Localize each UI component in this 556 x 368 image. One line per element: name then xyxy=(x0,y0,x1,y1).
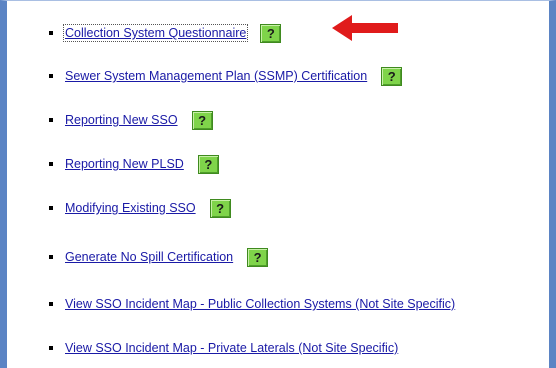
bullet-icon xyxy=(49,302,53,306)
list-item: Reporting New PLSD ? xyxy=(49,154,219,174)
red-arrow-icon xyxy=(332,15,398,41)
bullet-icon xyxy=(49,118,53,122)
link-ssmp-certification[interactable]: Sewer System Management Plan (SSMP) Cert… xyxy=(65,69,367,83)
list-item: Collection System Questionnaire ? xyxy=(49,23,282,43)
link-generate-no-spill-certification[interactable]: Generate No Spill Certification xyxy=(65,250,233,264)
list-item: View SSO Incident Map - Private Laterals… xyxy=(49,339,398,357)
link-incident-map-private[interactable]: View SSO Incident Map - Private Laterals… xyxy=(65,341,398,355)
list-item: View SSO Incident Map - Public Collectio… xyxy=(49,295,455,313)
help-button[interactable]: ? xyxy=(191,110,213,130)
bullet-icon xyxy=(49,31,53,35)
bullet-icon xyxy=(49,206,53,210)
link-reporting-new-sso[interactable]: Reporting New SSO xyxy=(65,113,178,127)
list-item: Generate No Spill Certification ? xyxy=(49,247,269,267)
help-button[interactable]: ? xyxy=(209,198,231,218)
help-button[interactable]: ? xyxy=(197,154,219,174)
content-panel: Collection System Questionnaire ? Sewer … xyxy=(0,0,556,368)
bullet-icon xyxy=(49,162,53,166)
bullet-icon xyxy=(49,74,53,78)
link-incident-map-public[interactable]: View SSO Incident Map - Public Collectio… xyxy=(65,297,455,311)
help-button[interactable]: ? xyxy=(247,247,269,267)
link-collection-system-questionnaire[interactable]: Collection System Questionnaire xyxy=(62,24,249,42)
list-item: Sewer System Management Plan (SSMP) Cert… xyxy=(49,66,403,86)
link-reporting-new-plsd[interactable]: Reporting New PLSD xyxy=(65,157,184,171)
help-button[interactable]: ? xyxy=(381,66,403,86)
list-item: Reporting New SSO ? xyxy=(49,110,213,130)
link-modifying-existing-sso[interactable]: Modifying Existing SSO xyxy=(65,201,196,215)
list-item: Modifying Existing SSO ? xyxy=(49,198,231,218)
help-button[interactable]: ? xyxy=(260,23,282,43)
bullet-icon xyxy=(49,346,53,350)
bullet-icon xyxy=(49,255,53,259)
